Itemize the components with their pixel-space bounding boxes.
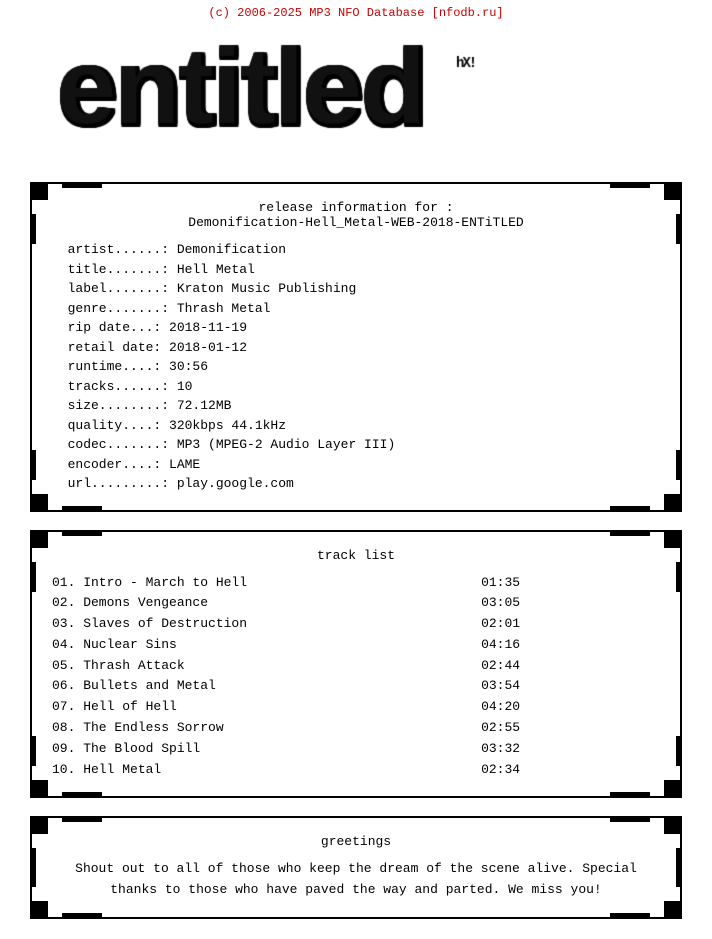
release-section: release information for : Demonification… bbox=[30, 182, 682, 512]
release-info-block: artist......: Demonification title......… bbox=[52, 240, 660, 494]
tracklist-title-text: track list bbox=[317, 548, 395, 563]
copyright-text: (c) 2006-2025 MP3 NFO Database [nfodb.ru… bbox=[0, 0, 712, 24]
logo-canvas bbox=[26, 34, 686, 164]
release-title: release information for : Demonification… bbox=[52, 200, 660, 230]
release-title-line1: release information for : bbox=[258, 200, 453, 215]
track-list-block: 01. Intro - March to Hell 01:35 02. Demo… bbox=[52, 573, 660, 781]
tracklist-section: track list 01. Intro - March to Hell 01:… bbox=[30, 530, 682, 799]
greetings-title: greetings bbox=[52, 834, 660, 849]
logo-area bbox=[0, 24, 712, 174]
greetings-text-block: Shout out to all of those who keep the d… bbox=[52, 859, 660, 901]
tracklist-title: track list bbox=[52, 548, 660, 563]
greetings-section: greetings Shout out to all of those who … bbox=[30, 816, 682, 919]
greetings-title-text: greetings bbox=[321, 834, 391, 849]
release-subtitle: Demonification-Hell_Metal-WEB-2018-ENTiT… bbox=[188, 215, 523, 230]
